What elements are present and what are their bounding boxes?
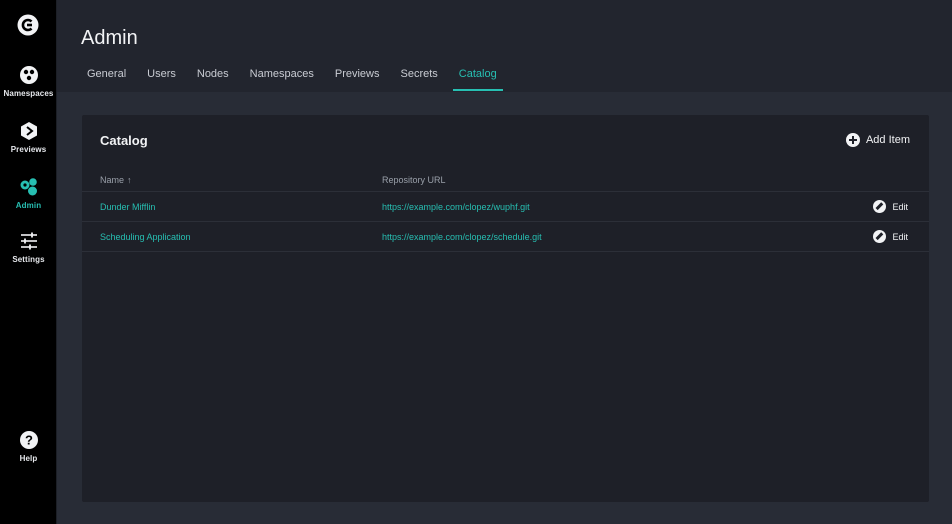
sidebar-item-label: Admin xyxy=(15,201,42,210)
page-header: Admin General Users Nodes Namespaces Pre… xyxy=(57,0,952,92)
sidebar-item-admin[interactable]: Admin xyxy=(0,177,57,210)
app-logo-icon[interactable] xyxy=(17,14,39,36)
repository-url-link[interactable]: https://example.com/clopez/schedule.git xyxy=(382,232,542,242)
tab-users[interactable]: Users xyxy=(141,62,182,91)
add-item-button[interactable]: Add Item xyxy=(845,133,910,147)
tab-previews[interactable]: Previews xyxy=(329,62,386,91)
repository-url-link[interactable]: https://example.com/clopez/wuphf.git xyxy=(382,202,530,212)
svg-text:?: ? xyxy=(25,433,33,448)
settings-sliders-icon xyxy=(20,232,37,250)
tab-namespaces[interactable]: Namespaces xyxy=(244,62,320,91)
sidebar-item-label: Help xyxy=(19,454,38,463)
column-header-url: Repository URL xyxy=(382,174,446,185)
sidebar-item-label: Previews xyxy=(10,145,47,154)
sidebar-item-settings[interactable]: Settings xyxy=(0,231,57,264)
edit-button[interactable]: Edit xyxy=(873,230,908,243)
previews-icon xyxy=(20,122,37,140)
sidebar-item-namespaces[interactable]: Namespaces xyxy=(0,65,57,98)
pencil-icon xyxy=(873,200,887,213)
tab-nodes[interactable]: Nodes xyxy=(191,62,235,91)
column-name-label: Name xyxy=(100,174,125,185)
edit-label: Edit xyxy=(892,201,908,212)
catalog-table: Name ↑ Repository URL Dunder Mifflin http… xyxy=(82,168,929,252)
column-header-name[interactable]: Name ↑ xyxy=(100,175,132,185)
catalog-item-name-link[interactable]: Scheduling Application xyxy=(100,232,191,242)
table-row: Scheduling Application https://example.c… xyxy=(82,222,929,252)
add-item-label: Add Item xyxy=(865,134,910,146)
tab-bar: General Users Nodes Namespaces Previews … xyxy=(81,62,512,92)
catalog-title: Catalog xyxy=(100,133,148,148)
sidebar-item-label: Settings xyxy=(12,255,45,264)
plus-circle-icon xyxy=(845,133,860,147)
tab-secrets[interactable]: Secrets xyxy=(395,62,444,91)
tab-general[interactable]: General xyxy=(81,62,132,91)
arrow-up-icon: ↑ xyxy=(127,174,132,185)
sidebar: Namespaces Previews Admin Settings ? Hel… xyxy=(0,0,57,524)
help-icon: ? xyxy=(19,431,38,449)
catalog-item-name-link[interactable]: Dunder Mifflin xyxy=(100,202,155,212)
namespaces-icon xyxy=(19,66,38,84)
tab-catalog[interactable]: Catalog xyxy=(452,62,503,91)
page-title: Admin xyxy=(81,27,138,49)
admin-icon xyxy=(20,178,37,196)
sidebar-item-previews[interactable]: Previews xyxy=(0,121,57,154)
sidebar-item-label: Namespaces xyxy=(3,89,54,98)
pencil-icon xyxy=(873,230,887,243)
edit-label: Edit xyxy=(892,231,908,242)
catalog-card: Catalog Add Item Name ↑ Repository URL Du… xyxy=(82,115,929,502)
edit-button[interactable]: Edit xyxy=(873,200,908,213)
table-header: Name ↑ Repository URL xyxy=(82,168,929,192)
sidebar-item-help[interactable]: ? Help xyxy=(0,430,57,463)
table-row: Dunder Mifflin https://example.com/clope… xyxy=(82,192,929,222)
